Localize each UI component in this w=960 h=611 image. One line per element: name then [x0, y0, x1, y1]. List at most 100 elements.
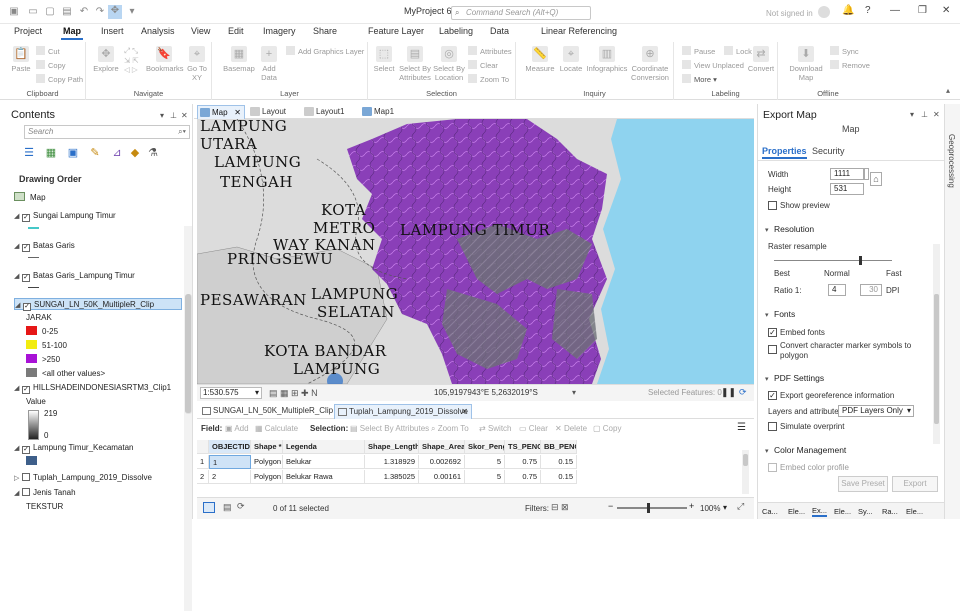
tab-feature-layer[interactable]: Feature Layer — [368, 26, 424, 36]
close-pane-icon[interactable]: ✕ — [181, 111, 188, 120]
tab-map-view[interactable]: Map ✕ — [197, 105, 245, 119]
convert-button[interactable]: ⇄ Convert — [746, 46, 776, 73]
select-tool-icon[interactable]: ✥ — [108, 5, 122, 19]
add-field-button[interactable]: ▣ Add — [225, 424, 249, 433]
table-cell[interactable]: 0.75 — [505, 470, 541, 484]
layer-batas-garis[interactable]: ◢ ✓ Batas Garis — [14, 240, 75, 252]
pane-tab[interactable]: Sy... — [858, 507, 872, 516]
measure-button[interactable]: 📏 Measure — [524, 46, 556, 73]
select-by-location-button[interactable]: ◎ Select By Location — [432, 46, 466, 82]
expand-caret-icon[interactable]: ◢ — [14, 271, 22, 283]
pdf-settings-section[interactable]: ▾ PDF Settings — [765, 373, 824, 383]
paste-button[interactable]: 📋 Paste — [6, 46, 36, 73]
save-icon[interactable]: ▤ — [61, 6, 73, 18]
expand-caret-icon[interactable]: ▷ — [14, 473, 22, 485]
table-cell[interactable]: 5 — [465, 455, 505, 469]
layer-visibility-checkbox[interactable]: ✓ — [22, 244, 30, 252]
navigate-small-tools[interactable]: ⤢ ⤡ ⇲ ⇱ ◁ ▷ — [124, 46, 139, 74]
tab-project[interactable]: Project — [14, 26, 42, 36]
layers-attributes-select[interactable]: PDF Layers Only ▾ — [838, 405, 914, 417]
resample-slider-thumb[interactable] — [858, 256, 862, 265]
copy-button[interactable]: ▢ Copy — [593, 424, 621, 433]
layer-visibility-checkbox[interactable]: ✓ — [22, 214, 30, 222]
col-header[interactable]: Shape_Length — [365, 440, 419, 454]
zoom-slider[interactable] — [617, 503, 687, 513]
pane-tab-export[interactable]: Ex... — [812, 506, 828, 517]
layer-visibility-checkbox[interactable] — [22, 473, 30, 481]
expand-caret-icon[interactable]: ◢ — [15, 300, 23, 312]
row-index[interactable]: 2 — [197, 470, 209, 484]
export-georef-checkbox[interactable]: ✓ — [768, 391, 777, 400]
switch-selection-button[interactable]: ⇄ Switch — [479, 424, 512, 433]
customize-qat-icon[interactable]: ▾ — [126, 6, 138, 18]
close-icon[interactable]: ✕ — [942, 5, 950, 16]
pin-icon[interactable]: ⊥ — [921, 110, 928, 119]
basemap-button[interactable]: ▦ Basemap — [222, 46, 256, 73]
export-button[interactable]: Export — [892, 476, 938, 492]
scale-dropdown[interactable]: 1:530.575 ▾ — [200, 387, 262, 399]
col-header[interactable]: Shape_Area — [419, 440, 465, 454]
col-header[interactable]: BB_PENG — [541, 440, 577, 454]
layer-visibility-checkbox[interactable]: ✓ — [22, 446, 30, 454]
tab-linear-referencing[interactable]: Linear Referencing — [541, 26, 617, 36]
select-button[interactable]: ⬚ Select — [370, 46, 398, 73]
layer-batas-garis-lampung-timur[interactable]: ◢ ✓ Batas Garis_Lampung Timur — [14, 270, 135, 282]
contents-scrollbar[interactable] — [184, 226, 192, 611]
zoom-dropdown-icon[interactable]: ▾ — [723, 503, 727, 512]
list-by-selection-icon[interactable]: ▣ — [66, 146, 80, 160]
height-input[interactable]: 531 — [830, 183, 864, 195]
scroll-thumb[interactable] — [934, 294, 939, 424]
tab-view[interactable]: View — [191, 26, 210, 36]
coordinate-conversion-button[interactable]: ⊕ Coordinate Conversion — [628, 46, 672, 82]
pane-options-icon[interactable]: ▾ — [160, 111, 164, 120]
user-avatar-icon[interactable] — [818, 6, 830, 18]
col-header[interactable]: OBJECTID * — [209, 440, 251, 454]
tab-properties[interactable]: Properties — [762, 146, 807, 159]
refresh-icon[interactable]: ⟳ — [739, 387, 747, 398]
table-cell[interactable]: 1.385025 — [365, 470, 419, 484]
slider-thumb[interactable] — [647, 503, 650, 513]
view-unplaced-button[interactable]: View Unplaced — [682, 60, 744, 70]
table-cell[interactable]: 0.15 — [541, 470, 577, 484]
save-preset-button[interactable]: Save Preset — [838, 476, 888, 492]
pane-tab[interactable]: Ele... — [788, 507, 805, 516]
clear-selection-table-button[interactable]: ▭ Clear — [519, 424, 548, 433]
layer-sungai-ln-50k[interactable]: ◢ ✓ SUNGAI_LN_50K_MultipleR_Clip — [14, 298, 182, 312]
embed-fonts-checkbox[interactable]: ✓ — [768, 328, 777, 337]
tab-map[interactable]: Map — [61, 26, 83, 40]
sign-in-status[interactable]: Not signed in — [766, 9, 813, 18]
clear-selection-button[interactable]: Clear — [468, 60, 498, 70]
go-to-xy-button[interactable]: ⌖ Go To XY — [184, 46, 210, 82]
scroll-thumb[interactable] — [185, 294, 192, 414]
tab-insert[interactable]: Insert — [101, 26, 124, 36]
color-management-section[interactable]: ▾ Color Management — [765, 445, 846, 455]
download-map-button[interactable]: ⬇ Download Map — [784, 46, 828, 82]
zoom-to-table-button[interactable]: ⌕ Zoom To — [431, 424, 469, 434]
layer-visibility-checkbox[interactable]: ✓ — [22, 274, 30, 282]
refresh-icon[interactable]: ⟳ — [237, 501, 245, 512]
tab-map1[interactable]: Map1 — [360, 105, 410, 119]
layer-hillshade[interactable]: ◢ ✓ HILLSHADEINDONESIASRTM3_Clip1 — [14, 382, 171, 394]
sync-button[interactable]: Sync — [830, 46, 859, 56]
table-cell[interactable]: Belukar — [283, 455, 365, 469]
geoprocessing-side-tab[interactable]: Geoprocessing — [944, 104, 960, 519]
expand-caret-icon[interactable]: ◢ — [14, 488, 22, 500]
show-selected-records-icon[interactable]: ▤ — [223, 502, 232, 513]
layer-visibility-checkbox[interactable]: ✓ — [22, 386, 30, 394]
table-cell[interactable]: 5 — [465, 470, 505, 484]
table-scrollbar[interactable] — [742, 450, 749, 494]
add-data-button[interactable]: + Add Data — [256, 46, 282, 82]
select-by-attributes-button[interactable]: ▤ Select By Attributes — [398, 46, 432, 82]
minimize-icon[interactable]: — — [890, 5, 900, 16]
expand-caret-icon[interactable]: ◢ — [14, 383, 22, 395]
tab-sungai-table[interactable]: SUNGAI_LN_50K_MultipleR_Clip — [199, 404, 333, 419]
pane-options-icon[interactable]: ▾ — [910, 110, 914, 119]
table-cell[interactable]: Polygon — [251, 470, 283, 484]
pane-tab[interactable]: Ele... — [834, 507, 851, 516]
expand-caret-icon[interactable]: ◢ — [14, 211, 22, 223]
list-by-snapping-icon[interactable]: ⊿ — [110, 146, 124, 160]
redo-icon[interactable]: ↷ — [94, 6, 106, 18]
labeling-more-button[interactable]: More ▾ — [682, 74, 717, 84]
maximize-icon[interactable]: ❐ — [918, 5, 927, 16]
list-by-labeling-icon[interactable]: ◆ — [128, 146, 142, 160]
